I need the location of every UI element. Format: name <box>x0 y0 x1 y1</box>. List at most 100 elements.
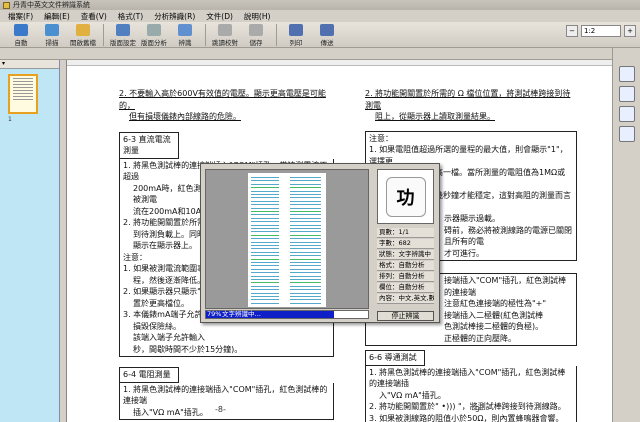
toolbar-button[interactable]: 自動 <box>6 22 36 47</box>
text-line: 該端入端子允許輸入 <box>133 333 205 342</box>
text-block: 1. 將黑色測試棒的連接端插入"COM"插孔，紅色測試棒的連接端 插入"VΩ m… <box>119 382 334 420</box>
save-icon <box>249 24 263 36</box>
preview-text-line <box>251 289 279 291</box>
info-arrangement: 排列：自動分析 <box>377 272 434 282</box>
text-line: 插入"VΩ mA"插孔。 <box>133 407 208 417</box>
toolbar-button-label: 版面設定 <box>110 39 136 47</box>
thumbnail-pane-header: ▾ <box>0 60 59 69</box>
preview-text-line <box>251 258 279 260</box>
toolbar-separator <box>276 23 277 46</box>
layout-icon <box>116 24 130 36</box>
preview-text-line <box>290 194 321 195</box>
scanner-icon <box>45 24 59 36</box>
preview-text-line <box>251 180 279 182</box>
menu-help[interactable]: 說明(H) <box>244 11 271 22</box>
right-toolbar <box>612 48 640 422</box>
preview-text-line <box>290 207 321 209</box>
toolbar-button[interactable]: 儲存 <box>241 22 271 47</box>
progress-percent: 79% <box>207 310 222 318</box>
zoom-in-icon[interactable]: + <box>624 25 636 37</box>
toolbar-button-label: 傳送 <box>320 39 334 47</box>
preview-text-line <box>251 183 279 185</box>
preview-text-line <box>290 289 321 291</box>
page-thumbnail[interactable] <box>8 74 38 114</box>
preview-text-line <box>290 204 321 206</box>
menu-document[interactable]: 文件(D) <box>206 11 233 22</box>
preview-text-line <box>290 251 321 253</box>
info-content: 內容：中文,英文,數字 <box>377 294 434 304</box>
pages-icon[interactable] <box>618 66 635 82</box>
preview-text-line <box>290 234 321 236</box>
preview-text-line <box>251 217 279 219</box>
toolbar-button-label: 自動 <box>14 39 28 47</box>
preview-text-line <box>251 302 279 304</box>
preview-text-line <box>290 258 321 260</box>
text-line: 3. 如果被測線路的阻值小於50Ω，則內置蜂鳴器會響。 <box>369 413 564 422</box>
preview-text-line <box>251 204 279 206</box>
toolbar-button[interactable]: 掃描 <box>37 22 67 47</box>
menu-recognize[interactable]: 分析辨識(R) <box>154 11 195 22</box>
page-preview <box>205 169 369 309</box>
info-pages: 頁數：1/1 <box>377 228 434 238</box>
preview-text-line <box>251 268 279 270</box>
preview-text-line <box>290 282 321 284</box>
recognize-icon <box>178 24 192 36</box>
preview-text-line <box>290 279 321 280</box>
menu-format[interactable]: 格式(T) <box>118 11 143 22</box>
preview-text-line <box>290 285 321 287</box>
toolbar-separator <box>205 23 206 46</box>
preview-text-line <box>251 224 279 226</box>
preview-text-line <box>251 265 279 267</box>
toolbar-button-label: 掃描 <box>45 39 59 47</box>
menu-view[interactable]: 查看(V) <box>81 11 107 22</box>
stop-recognition-button[interactable]: 停止辨識 <box>377 311 434 321</box>
preview-text-line <box>290 238 321 240</box>
menu-file[interactable]: 檔案(F) <box>8 11 33 22</box>
preview-text-line <box>290 296 321 297</box>
progress-bar: 79% 文字辨識中… <box>205 310 369 319</box>
check-icon[interactable] <box>618 106 635 122</box>
menu-edit[interactable]: 編輯(E) <box>44 11 70 22</box>
preview-text-line <box>251 272 279 274</box>
text-line: 正極體的正向壓降。 <box>444 333 516 343</box>
current-character-panel: 功 <box>377 169 434 224</box>
toolbar-button-label: 辨識 <box>178 39 192 47</box>
image-icon[interactable] <box>618 86 635 102</box>
page-number-right: -9- <box>472 405 483 414</box>
preview-text-line <box>251 279 279 280</box>
preview-text-line <box>251 187 279 189</box>
preview-text-line <box>251 207 279 209</box>
toolbar-button[interactable]: 列印 <box>281 22 311 47</box>
zoom-select[interactable]: 1:2 <box>581 25 621 37</box>
preview-text-line <box>290 217 321 219</box>
preview-text-line <box>290 245 321 246</box>
toolbar-button[interactable]: 版面設定 <box>108 22 138 47</box>
toolbar-separator <box>103 23 104 46</box>
analyze-icon <box>147 24 161 36</box>
toolbar-button[interactable]: 傳送 <box>312 22 342 47</box>
paragraph: 2. 不要輸入高於600V有效值的電壓。顯示更高電壓是可能的， <box>119 89 326 110</box>
toolbar-button[interactable]: 辨識 <box>170 22 200 47</box>
preview-text-line <box>251 299 279 301</box>
preview-text-line <box>251 245 279 246</box>
pane-splitter[interactable] <box>60 60 67 422</box>
toolbar-button[interactable]: 開啟舊檔 <box>68 22 98 47</box>
zoom-out-icon[interactable]: − <box>566 25 578 37</box>
preview-text-line <box>290 268 321 270</box>
ruler <box>67 60 612 66</box>
page-number-left: -8- <box>215 405 226 414</box>
section-heading: 6-6 導通測試 <box>365 350 425 366</box>
edit-icon[interactable] <box>618 126 635 142</box>
preview-text-line <box>290 292 321 294</box>
auto-icon <box>14 24 28 36</box>
text-line: 注意： <box>369 133 393 143</box>
toolbar-button[interactable]: 跳讀校對 <box>210 22 240 47</box>
preview-text-line <box>290 255 321 257</box>
preview-text-line <box>290 241 321 243</box>
preview-text-line <box>251 197 279 199</box>
text-line: 2. 將功能開關置於" •))) "，將測試棒跨接到待測線路。 <box>369 402 566 411</box>
section-heading: 6-4 電阻測量 <box>119 367 179 383</box>
preview-text-line <box>290 248 321 250</box>
toolbar-button[interactable]: 版面分析 <box>139 22 169 47</box>
preview-text-line <box>290 221 321 223</box>
